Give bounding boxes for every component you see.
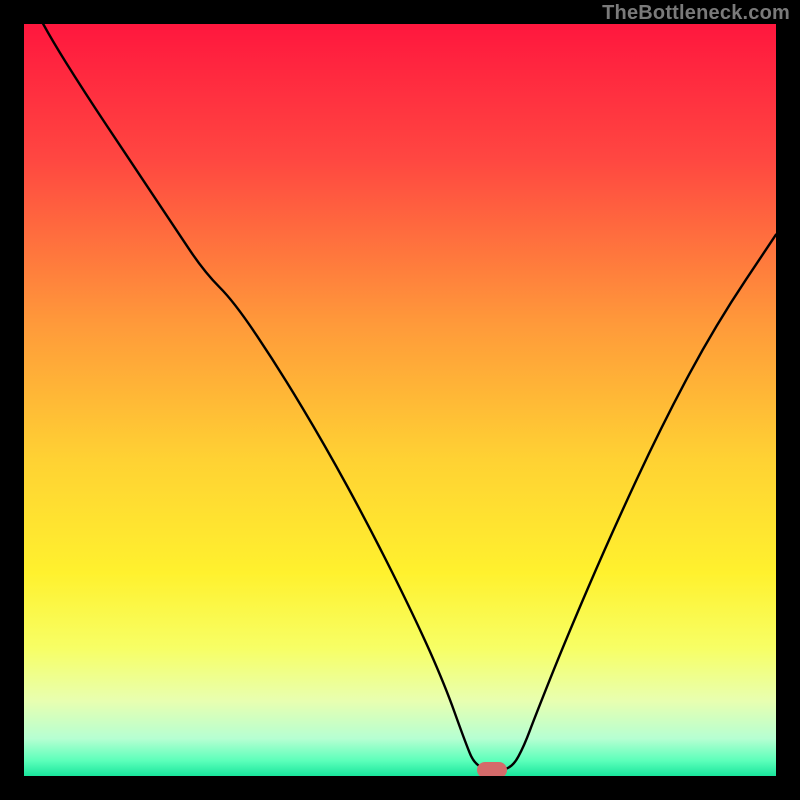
plot-area <box>24 24 776 776</box>
chart-frame: TheBottleneck.com <box>0 0 800 800</box>
watermark-text: TheBottleneck.com <box>602 2 790 25</box>
background-gradient <box>24 24 776 776</box>
optimal-marker <box>477 762 507 776</box>
